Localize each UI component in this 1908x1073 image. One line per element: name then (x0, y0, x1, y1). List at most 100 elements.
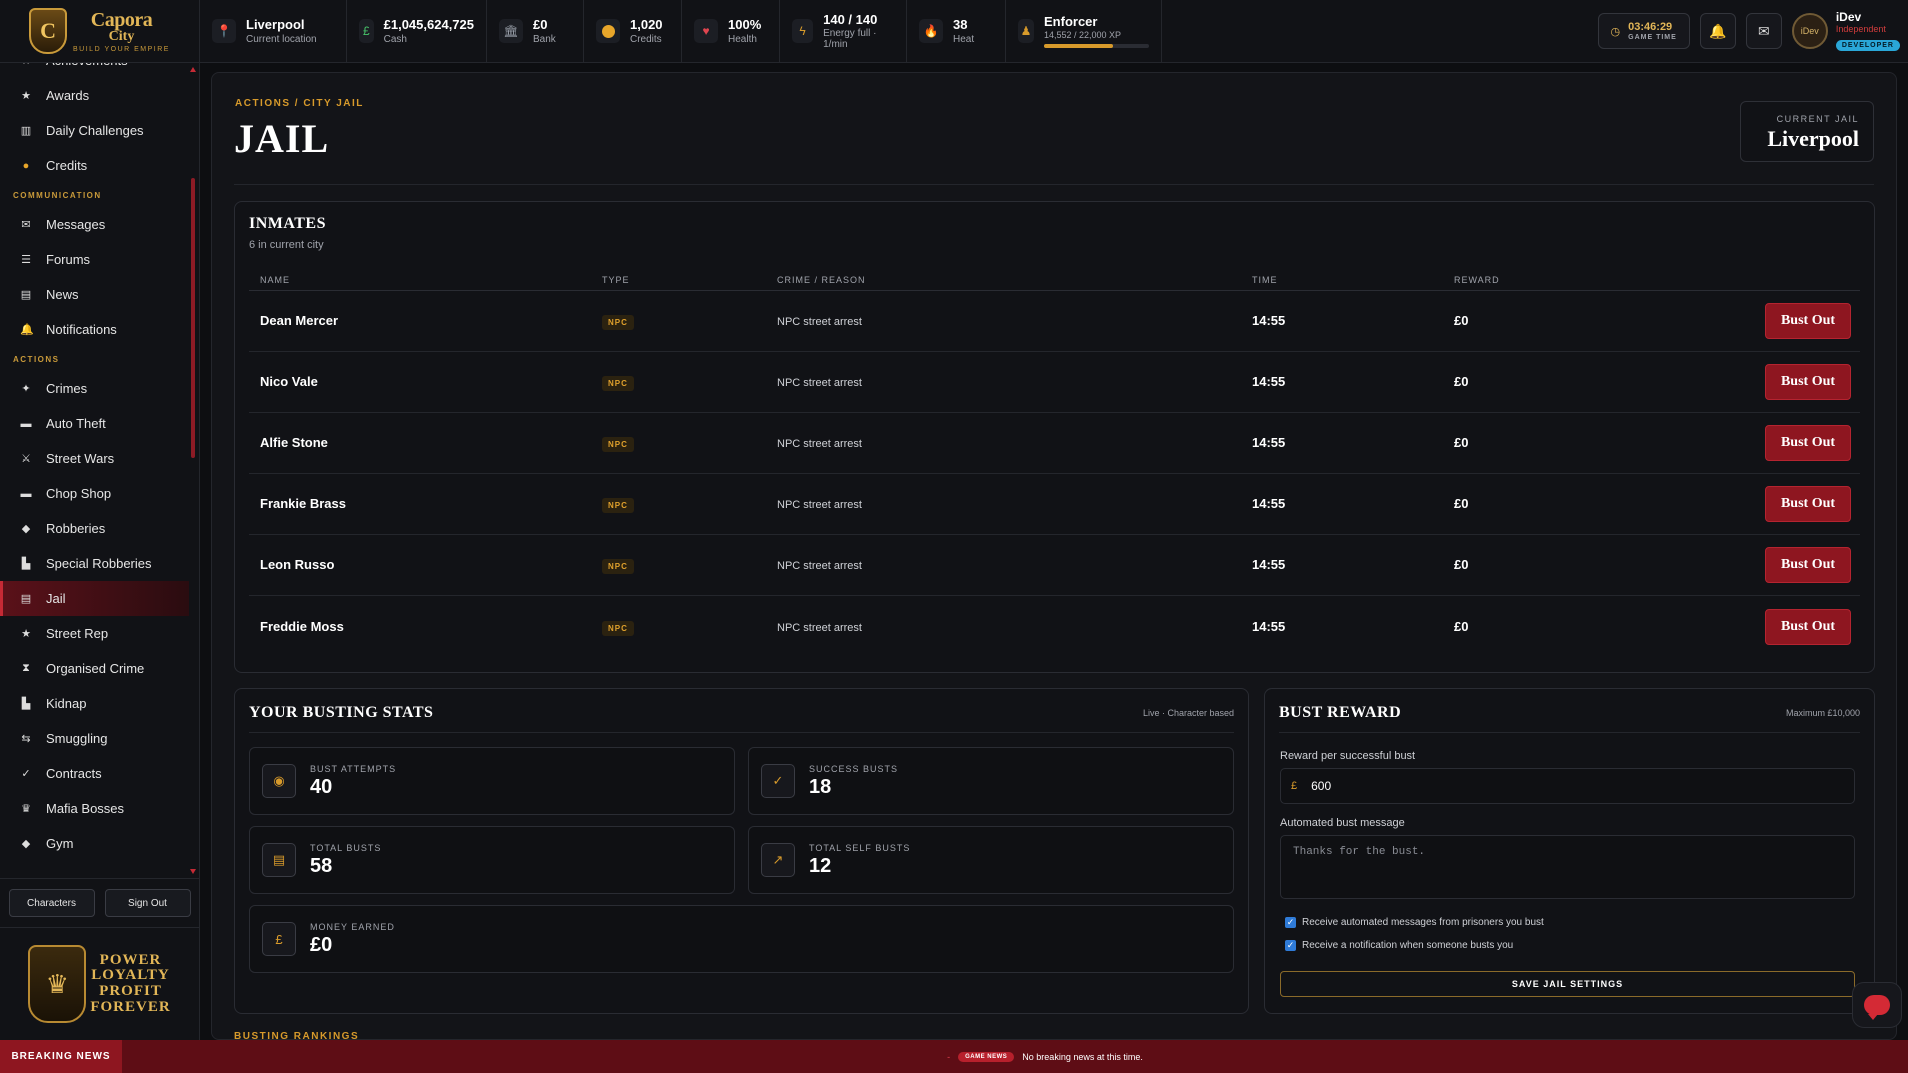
inmate-name[interactable]: Freddie Moss (260, 619, 344, 634)
sidebar-item-auto-theft[interactable]: ▬ Auto Theft (0, 406, 199, 441)
organised-crime-icon: ⧗ (22, 662, 30, 674)
notify-checkbox-row[interactable]: ✓ Receive a notification when someone bu… (1285, 940, 1513, 951)
sidebar-item-crimes[interactable]: ✦ Crimes (0, 371, 199, 406)
sidebar-item-contracts[interactable]: ✓ Contracts (0, 756, 199, 791)
crime-reason: NPC street arrest (777, 316, 862, 328)
reward-amount: £0 (1454, 496, 1469, 511)
table-row: Alfie Stone NPC NPC street arrest 14:55 £0 Bu… (249, 413, 1860, 474)
sidebar-item-special-robberies[interactable]: ▙ Special Robberies (0, 546, 199, 581)
bust-out-button[interactable]: Bust Out (1765, 486, 1851, 522)
table-row: Dean Mercer NPC NPC street arrest 14:55 £0 Bu… (249, 291, 1860, 352)
jail-icon: ▤ (20, 593, 32, 605)
stat-heat[interactable]: 🔥 38 Heat (907, 0, 1006, 62)
bust-out-button[interactable]: Bust Out (1765, 547, 1851, 583)
crimes-icon: ✦ (21, 383, 31, 395)
money-earned-value: £0 (310, 933, 333, 956)
auto-messages-checkbox-row[interactable]: ✓ Receive automated messages from prison… (1285, 917, 1544, 928)
rank-icon: ♟ (1018, 19, 1034, 43)
bust-out-button[interactable]: Bust Out (1765, 608, 1851, 645)
auto-messages-checkbox[interactable]: ✓ (1285, 917, 1296, 928)
reward-input[interactable]: £ 600 (1280, 768, 1855, 804)
stat-rank[interactable]: ♟ Enforcer 14,552 / 22,000 XP (1006, 0, 1162, 62)
auto-theft-icon: ▬ (20, 417, 32, 430)
inmate-name[interactable]: Dean Mercer (260, 313, 338, 328)
chat-button[interactable] (1852, 982, 1902, 1028)
bust-out-button[interactable]: Bust Out (1765, 303, 1851, 339)
credits-value: 1,020 (630, 17, 663, 33)
sidebar-item-street-rep[interactable]: ★ Street Rep (0, 616, 199, 651)
sidebar-item-achievements[interactable]: ★ Achievements (0, 63, 199, 78)
sidebar-item-mafia-bosses[interactable]: ♛ Mafia Bosses (0, 791, 199, 826)
xp-label: 14,552 / 22,000 XP (1044, 30, 1122, 41)
forums-icon: ☰ (21, 254, 31, 266)
stat-location[interactable]: 📍 Liverpool Current location (200, 0, 347, 62)
notifications-button[interactable]: 🔔 (1699, 13, 1736, 49)
bust-reward-panel: BUST REWARD Maximum £10,000 Reward per s… (1264, 688, 1875, 1014)
sidebar-item-street-wars[interactable]: ⚔ Street Wars (0, 441, 199, 476)
sidebar-item-gym[interactable]: ◆ Gym (0, 826, 199, 861)
sidebar-item-kidnap[interactable]: ▙ Kidnap (0, 686, 199, 721)
scroll-down-icon[interactable] (190, 869, 196, 874)
stat-bank[interactable]: 🏛 £0 Bank (487, 0, 584, 62)
sidebar-item-robberies[interactable]: ◆ Robberies (0, 511, 199, 546)
inmate-name[interactable]: Frankie Brass (260, 496, 346, 511)
sidebar-scrollbar[interactable] (191, 178, 195, 458)
sidebar-item-label: Smuggling (46, 731, 108, 746)
inmate-name[interactable]: Leon Russo (260, 557, 334, 572)
self-busts-label: TOTAL SELF BUSTS (809, 842, 911, 853)
user-menu[interactable]: iDev iDev Independent DEVELOPER (1791, 10, 1900, 52)
bust-attempts-value: 40 (310, 775, 333, 798)
stat-health[interactable]: ♥ 100% Health (682, 0, 780, 62)
sidebar-item-label: Daily Challenges (46, 123, 144, 138)
sidebar-item-news[interactable]: ▤ News (0, 277, 199, 312)
characters-button[interactable]: Characters (8, 889, 95, 917)
bust-out-button[interactable]: Bust Out (1765, 425, 1851, 461)
clipboard-icon: ▤ (262, 843, 296, 877)
inmate-name[interactable]: Alfie Stone (260, 435, 328, 450)
sidebar-item-forums[interactable]: ☰ Forums (0, 242, 199, 277)
jail-time: 14:55 (1252, 496, 1286, 511)
sidebar-item-messages[interactable]: ✉ Messages (0, 207, 199, 242)
stat-energy[interactable]: ϟ 140 / 140 Energy full · 1/min (780, 0, 907, 62)
sidebar-item-chop-shop[interactable]: ▬ Chop Shop (0, 476, 199, 511)
sidebar-item-smuggling[interactable]: ⇆ Smuggling (0, 721, 199, 756)
bust-message-textarea[interactable]: Thanks for the bust. (1280, 835, 1855, 899)
check-icon: ✓ (761, 764, 795, 798)
sidebar-item-label: Auto Theft (46, 416, 106, 431)
location-label: Current location (246, 33, 317, 45)
notify-checkbox[interactable]: ✓ (1285, 940, 1296, 951)
logo-name-2: City (108, 28, 135, 44)
health-value: 100% (728, 17, 762, 33)
jail-time: 14:55 (1252, 374, 1286, 389)
sidebar-item-awards[interactable]: ★ Awards (0, 78, 199, 113)
sidebar-item-label: Credits (46, 158, 88, 173)
sidebar-item-label: Forums (46, 252, 91, 267)
sidebar-item-daily-challenges[interactable]: ▥ Daily Challenges (0, 113, 199, 148)
jail-time: 14:55 (1252, 618, 1286, 634)
scroll-up-icon[interactable] (190, 67, 196, 72)
stat-cash[interactable]: £ £1,045,624,725 Cash (347, 0, 487, 62)
logo[interactable]: C Capora City BUILD YOUR EMPIRE (0, 0, 200, 62)
sidebar-item-notifications[interactable]: 🔔 Notifications (0, 312, 199, 347)
credits-icon: ● (22, 159, 30, 172)
map-pin-icon: 📍 (212, 19, 236, 43)
inmate-name[interactable]: Nico Vale (260, 374, 318, 389)
game-time-label: GAME TIME (1628, 33, 1677, 41)
sidebar-item-organised-crime[interactable]: ⧗ Organised Crime (0, 651, 199, 686)
messages-button[interactable]: ✉ (1745, 13, 1782, 49)
breaking-news-label: BREAKING NEWS (0, 1040, 122, 1073)
bust-out-button[interactable]: Bust Out (1765, 364, 1851, 400)
sidebar-item-label: Chop Shop (46, 486, 112, 501)
sign-out-button[interactable]: Sign Out (104, 889, 191, 917)
save-jail-settings-button[interactable]: SAVE JAIL SETTINGS (1280, 971, 1855, 997)
coin-icon (596, 19, 620, 43)
sidebar-item-credits[interactable]: ● Credits (0, 148, 199, 183)
sidebar-item-label: Jail (46, 591, 66, 606)
sidebar-item-jail[interactable]: ▤ Jail (0, 581, 189, 616)
stat-credits[interactable]: 1,020 Credits (584, 0, 682, 62)
breadcrumb: ACTIONS / CITY JAIL (235, 98, 364, 109)
chat-icon (1864, 995, 1890, 1020)
heart-icon: ♥ (694, 19, 718, 43)
currency-symbol: £ (1291, 780, 1298, 792)
sidebar-item-label: Mafia Bosses (46, 801, 125, 816)
